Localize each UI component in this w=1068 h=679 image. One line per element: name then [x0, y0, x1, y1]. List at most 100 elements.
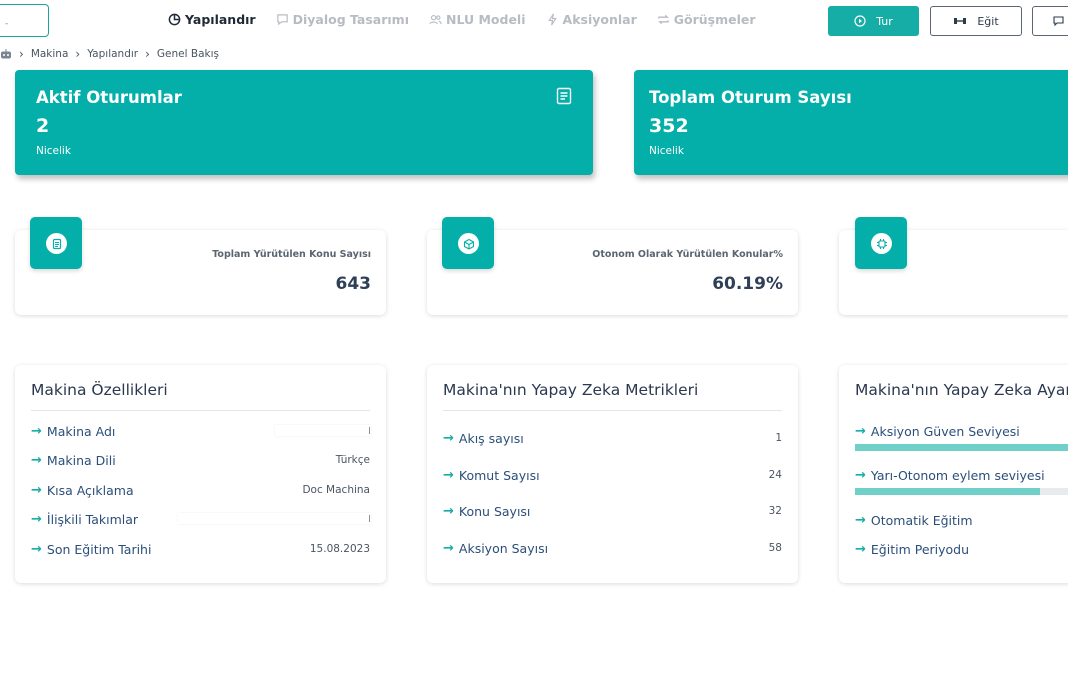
metric-link[interactable]: → Akış sayısı [443, 431, 524, 446]
nav-item-actions[interactable]: Aksiyonlar [546, 12, 637, 27]
metric-link[interactable]: → Konu Sayısı [443, 504, 530, 519]
divider [443, 410, 782, 411]
bar-fill [855, 444, 1068, 451]
setting-row: → Eğitim Periyodu [855, 540, 1068, 558]
breadcrumb: › Makina › Yapılandır › Genel Bakış [0, 47, 219, 61]
metric-badge [30, 217, 82, 269]
nav-label: Diyalog Tasarımı [292, 12, 409, 27]
property-link[interactable]: → Kısa Açıklama [31, 483, 134, 498]
property-value: Türkçe [335, 454, 370, 466]
stat-title: Toplam Oturum Sayısı [649, 88, 852, 107]
dumbbell-icon [954, 18, 967, 24]
document-icon [52, 238, 61, 249]
card-title: Makina Özellikleri [31, 381, 168, 399]
redacted-value [275, 425, 371, 436]
stat-value: 352 [649, 115, 689, 137]
divider [31, 410, 370, 411]
active-sessions-card: Aktif Oturumlar 2 Nicelik [15, 70, 593, 175]
property-value: 15.08.2023 [309, 543, 370, 555]
chip-icon [876, 238, 887, 249]
main-nav: Yapılandır Diyalog Tasarımı NLU Modeli A… [168, 12, 756, 27]
metric-row-value: 58 [768, 542, 782, 554]
metric-row: → Konu Sayısı 32 [443, 502, 782, 520]
lightning-icon [547, 13, 557, 26]
machine-properties-card: Makina Özellikleri → Makina Adı → Makina D… [15, 365, 386, 583]
breadcrumb-item-configure[interactable]: Yapılandır [87, 48, 138, 60]
card-title: Makina'nın Yapay Zeka Ayarları [855, 381, 1068, 399]
property-value: Doc Machina [302, 484, 370, 496]
property-row: → Makina Dili Türkçe [31, 451, 370, 469]
nav-item-nlu-model[interactable]: NLU Modeli [429, 12, 526, 27]
metric-link[interactable]: → Komut Sayısı [443, 468, 540, 483]
metric-value: 60.19% [712, 274, 783, 294]
arrow-right-icon: → [31, 452, 42, 468]
cube-icon [463, 238, 474, 250]
arrow-right-icon: → [31, 541, 42, 557]
breadcrumb-item-overview: Genel Bakış [156, 48, 219, 60]
property-row: → Son Eğitim Tarihi 15.08.2023 [31, 540, 370, 558]
metric-row-value: 32 [768, 505, 782, 517]
metric-label: Toplam Yürütülen Konu Sayısı [212, 249, 371, 260]
metric-link[interactable]: → Aksiyon Sayısı [443, 541, 548, 556]
chat-icon [1053, 16, 1064, 26]
stat-unit: Nicelik [649, 145, 684, 157]
list-document-icon [556, 87, 572, 105]
arrow-right-icon: → [443, 503, 454, 519]
chat-button[interactable] [1032, 6, 1068, 36]
run-button[interactable]: Tur [828, 6, 919, 36]
arrow-right-icon: → [855, 541, 866, 557]
robot-icon [1, 49, 11, 59]
train-button[interactable]: Eğit [930, 6, 1022, 36]
property-link[interactable]: → İlişkili Takımlar [31, 512, 138, 527]
bar-fill [855, 488, 1041, 495]
arrow-right-icon: → [443, 467, 454, 483]
arrow-right-icon: → [855, 512, 866, 528]
metric-badge [442, 217, 494, 269]
ai-settings-card: Makina'nın Yapay Zeka Ayarları →Aksiyon … [839, 365, 1068, 583]
setting-row: → Aksiyon Güven Seviyesi [855, 422, 1068, 440]
nav-item-conversations[interactable]: Görüşmeler [657, 12, 756, 27]
metric-row-value: 1 [775, 432, 782, 444]
property-row: → Kısa Açıklama Doc Machina [31, 481, 370, 499]
property-link[interactable]: → Son Eğitim Tarihi [31, 542, 151, 557]
metric-badge [855, 217, 907, 269]
property-link[interactable]: → Makina Dili [31, 453, 116, 468]
metric-row-value: 24 [768, 469, 782, 481]
metric-row: → Akış sayısı 1 [443, 429, 782, 447]
setting-link[interactable]: → Aksiyon Güven Seviyesi [855, 424, 1020, 439]
arrow-right-icon: → [31, 482, 42, 498]
metric-row: → Aksiyon Sayısı 58 [443, 539, 782, 557]
stat-unit: Nicelik [36, 145, 71, 157]
setting-link[interactable]: → Eğitim Periyodu [855, 542, 969, 557]
chevron-right-icon: › [145, 47, 150, 61]
machine-selector-input[interactable]: - [0, 4, 49, 37]
train-label: Eğit [977, 14, 999, 28]
setting-link[interactable]: → Otomatik Eğitim [855, 513, 973, 528]
pie-chart-icon [168, 13, 181, 26]
ai-metrics-card: Makina'nın Yapay Zeka Metrikleri → Akış s… [427, 365, 798, 583]
metric-row: → Komut Sayısı 24 [443, 466, 782, 484]
setting-row: → Yarı-Otonom eylem seviyesi [855, 466, 1068, 484]
nav-label: Yapılandır [185, 12, 256, 27]
nav-label: Görüşmeler [673, 12, 756, 27]
arrow-right-icon: → [855, 423, 866, 439]
chat-bubble-icon [276, 14, 288, 26]
arrow-right-icon: → [443, 540, 454, 556]
top-bar: - Yapılandır Diyalog Tasarımı NLU Modeli… [0, 0, 1068, 40]
chevron-right-icon: › [19, 47, 24, 61]
setting-link[interactable]: → Yarı-Otonom eylem seviyesi [855, 468, 1045, 483]
metric-value: 643 [335, 274, 372, 294]
confidence-level-bar[interactable] [855, 444, 1068, 451]
card-title: Makina'nın Yapay Zeka Metrikleri [443, 381, 699, 399]
semi-autonomous-level-bar[interactable] [855, 488, 1068, 495]
play-circle-icon [854, 15, 866, 27]
property-link[interactable]: → Makina Adı [31, 424, 115, 439]
nav-item-configure[interactable]: Yapılandır [168, 12, 256, 27]
breadcrumb-item-machine[interactable]: Makina [31, 48, 69, 60]
nav-item-dialog-design[interactable]: Diyalog Tasarımı [276, 12, 409, 27]
total-sessions-card: Toplam Oturum Sayısı 352 Nicelik [634, 70, 1068, 175]
chevron-right-icon: › [75, 47, 81, 61]
repeat-icon [657, 14, 669, 25]
arrow-right-icon: → [855, 467, 866, 483]
metric-label: Otonom Olarak Yürütülen Konular% [592, 249, 783, 260]
